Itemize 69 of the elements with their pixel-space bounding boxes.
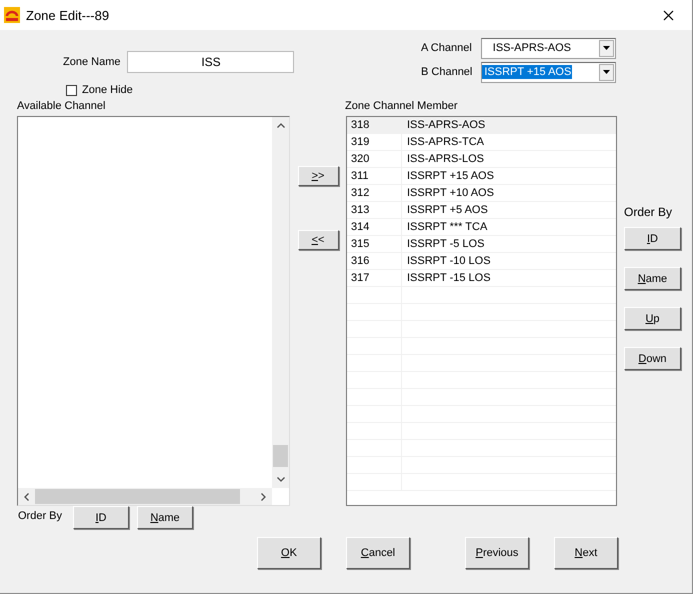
channel-name: ISSRPT +5 AOS [406, 203, 488, 218]
channel-name: ISSRPT -15 LOS [406, 271, 491, 286]
dialog-button[interactable]: Next [554, 537, 618, 569]
channel-name: ISS-APRS-AOS [406, 118, 486, 133]
zone-name-label: Zone Name [63, 56, 120, 68]
order-button[interactable]: Name [624, 267, 681, 290]
dropdown-arrow-icon [602, 46, 610, 50]
channel-id: 318 [347, 117, 402, 133]
scroll-up-icon [276, 123, 284, 128]
zone-name-field[interactable]: ISS [127, 51, 294, 73]
channel-id: 317 [347, 270, 402, 286]
channel-name: ISSRPT +10 AOS [406, 186, 494, 201]
channel-id: 311 [347, 168, 402, 184]
channel-row[interactable]: 312 ISSRPT +10 AOS [347, 185, 616, 202]
scroll-right-icon [261, 492, 266, 500]
channel-id: 315 [347, 236, 402, 252]
channel-id: 320 [347, 151, 402, 167]
channel-label: B Channel [421, 66, 472, 78]
dialog-button[interactable]: OK [257, 537, 321, 569]
dialog-button[interactable]: Previous [465, 537, 529, 569]
order-by-label: Order By [18, 510, 64, 522]
close-icon [662, 10, 674, 20]
channel-row[interactable]: 314 ISSRPT *** TCA [347, 219, 616, 236]
order-button[interactable]: ID [73, 506, 129, 529]
channel-name: ISS-APRS-TCA [406, 135, 484, 150]
dropdown-arrow-icon [603, 70, 610, 74]
channel-row[interactable]: 313 ISSRPT +5 AOS [347, 202, 616, 219]
order-button[interactable]: Name [137, 506, 193, 529]
channel-id: 314 [347, 219, 402, 235]
channel-row[interactable]: 315 ISSRPT -5 LOS [347, 236, 616, 253]
channel-name: ISS-APRS-LOS [406, 152, 484, 167]
channel-dropdown[interactable]: ISS-APRS-AOS [480, 38, 616, 58]
channel-name: ISSRPT -5 LOS [406, 237, 484, 252]
zone-channel-member-list[interactable]: 318 ISS-APRS-AOS 319 ISS-APRS-TCA 320 ISS-APRS-LOS 311 ISSRPT +15 AOS 312 ISSRPT +10 AOS 313 ISSRPT +5 AOS 314 ISSRPT *** TCA 315 ISSRPT -5 LOS 316 ISSRPT -10 LOS 317 ISSRPT -15 LOS [346, 116, 617, 506]
channel-row[interactable]: 318 ISS-APRS-AOS [347, 117, 616, 134]
transfer-button[interactable]: >> [298, 166, 338, 186]
horizontal-scrollbar[interactable] [18, 488, 272, 505]
order-button[interactable]: Up [624, 307, 681, 330]
channel-id: 316 [347, 253, 402, 269]
available-channel-label: Available Channel [17, 100, 106, 114]
channel-name: ISSRPT -10 LOS [406, 254, 491, 269]
order-button[interactable]: Down [624, 347, 681, 370]
zone-hide-checkbox[interactable] [66, 84, 77, 96]
channel-id: 313 [347, 202, 402, 218]
channel-row[interactable]: 320 ISS-APRS-LOS [347, 151, 616, 168]
zone-hide-label: Zone Hide [82, 84, 133, 96]
channel-row[interactable]: 317 ISSRPT -15 LOS [347, 270, 616, 287]
channel-dropdown[interactable]: ISSRPT +15 AOS [481, 62, 616, 82]
vertical-scrollbar[interactable] [272, 117, 289, 488]
channel-name: ISSRPT +15 AOS [406, 169, 494, 184]
channel-name: ISSRPT *** TCA [406, 220, 488, 235]
channel-row[interactable]: 311 ISSRPT +15 AOS [347, 168, 616, 185]
app-logo-icon [4, 7, 20, 23]
zone-channel-member-label: Zone Channel Member [345, 100, 458, 114]
channel-row[interactable]: 319 ISS-APRS-TCA [347, 134, 616, 151]
order-button[interactable]: ID [624, 227, 681, 250]
transfer-button[interactable]: << [298, 230, 338, 250]
channel-label: A Channel [421, 42, 472, 54]
scroll-down-icon [276, 477, 284, 482]
channel-id: 319 [347, 134, 402, 150]
dialog-button[interactable]: Cancel [346, 537, 410, 569]
order-by-label: Order By [624, 205, 674, 219]
scrollbar-thumb[interactable] [35, 489, 240, 504]
available-channel-list[interactable] [17, 116, 290, 506]
channel-id: 312 [347, 185, 402, 201]
window-title: Zone Edit---89 [26, 8, 110, 22]
channel-row[interactable]: 316 ISSRPT -10 LOS [347, 253, 616, 270]
scrollbar-thumb[interactable] [273, 445, 288, 467]
scroll-left-icon [24, 492, 29, 500]
